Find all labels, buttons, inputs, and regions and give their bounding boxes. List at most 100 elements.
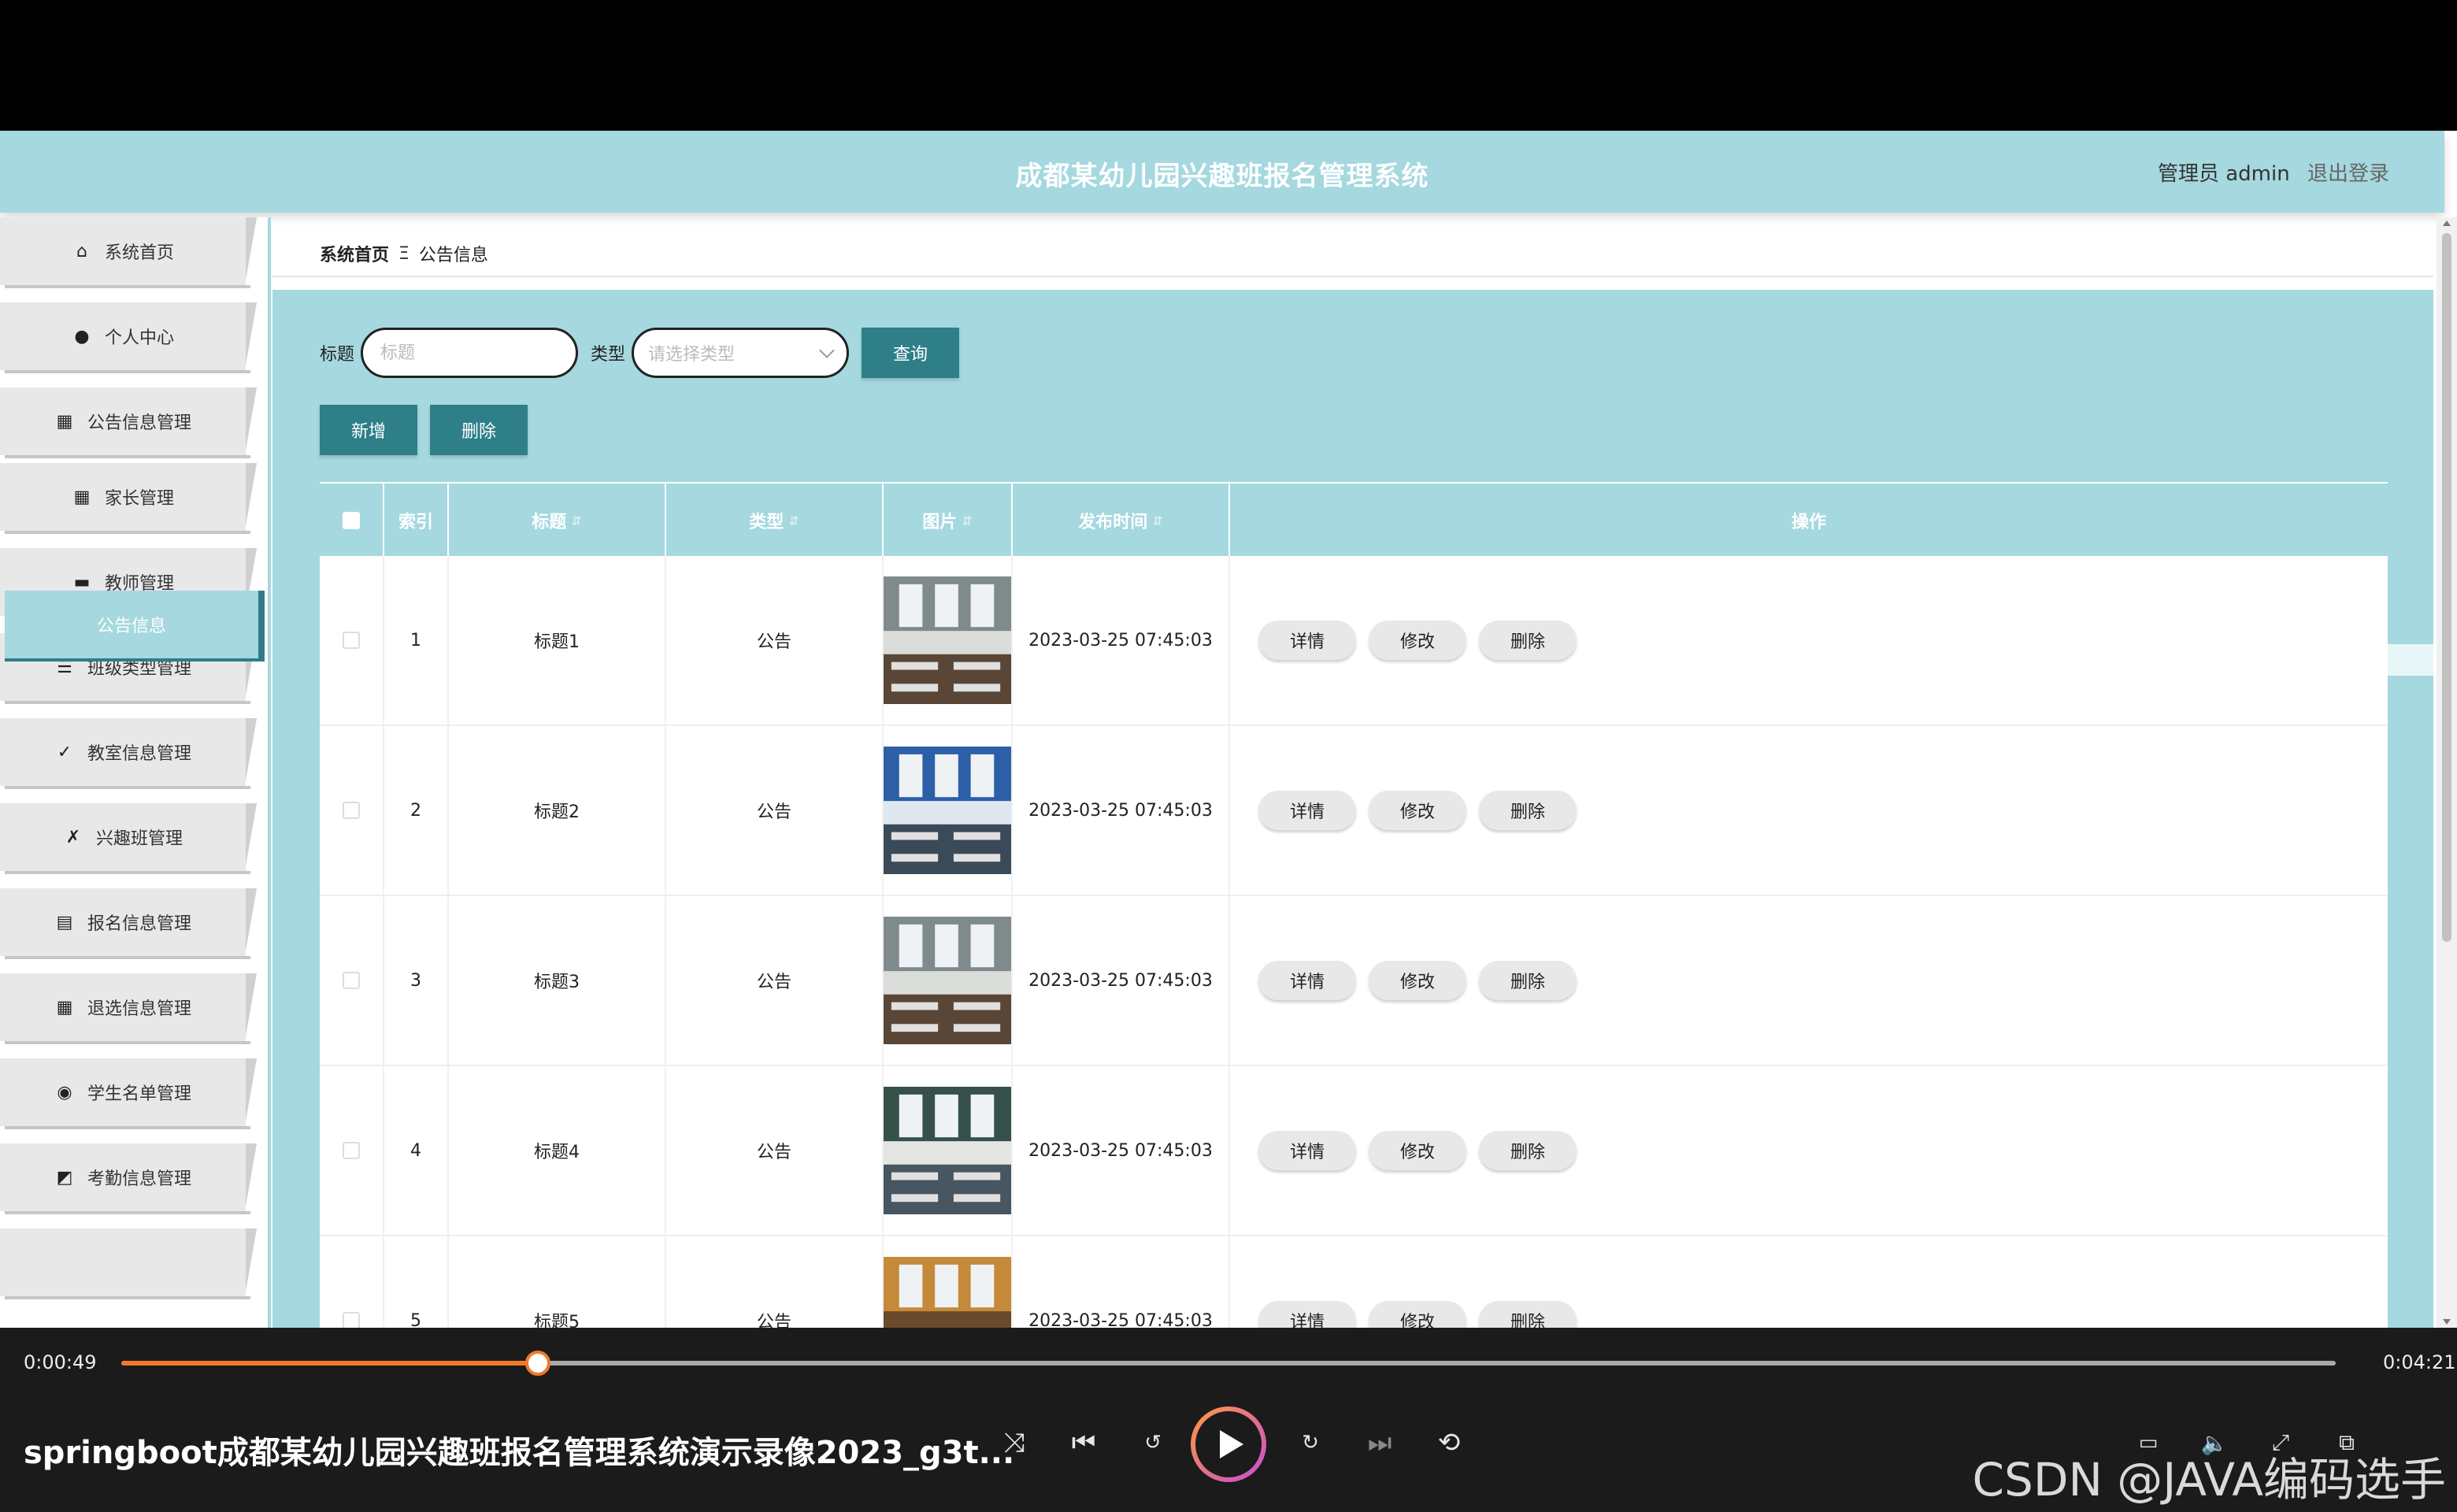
detail-button[interactable]: 详情	[1258, 1301, 1356, 1328]
table-header: 索引 标题 ⇵ 类型 ⇵ 图片 ⇵ 发布时间 ⇵ 操作	[320, 482, 2388, 558]
breadcrumb-separator-icon: Ξ	[398, 243, 410, 264]
edit-button[interactable]: 修改	[1369, 791, 1466, 830]
table-row: 5 标题5 公告 2023-03-25 07:45:03 详情 修改 删除	[320, 1236, 2388, 1328]
sidebar-item-label: 退选信息管理	[87, 999, 191, 1019]
row-index: 3	[384, 896, 449, 1065]
column-header-type[interactable]: 类型 ⇵	[666, 484, 884, 558]
delete-button[interactable]: 删除	[1479, 961, 1577, 1000]
detail-button[interactable]: 详情	[1258, 1131, 1356, 1170]
select-all-cell	[320, 484, 384, 558]
sidebar-item-3[interactable]: ▦ 公告信息管理	[0, 387, 261, 455]
row-select-cell	[320, 556, 384, 724]
sidebar-item-label: 系统首页	[104, 243, 174, 263]
row-checkbox[interactable]	[343, 1312, 360, 1328]
sidebar-item-4[interactable]: ▦ 家长管理	[0, 463, 261, 531]
breadcrumb-home[interactable]: 系统首页	[320, 241, 389, 266]
title-search-input[interactable]	[361, 328, 579, 378]
previous-icon[interactable]: ⏮	[1062, 1421, 1106, 1465]
breadcrumb: 系统首页 Ξ 公告信息	[320, 241, 488, 266]
breadcrumb-current: 公告信息	[418, 246, 488, 265]
current-time: 0:00:49	[24, 1351, 97, 1373]
column-header-title[interactable]: 标题 ⇵	[449, 484, 666, 558]
progress-knob[interactable]	[524, 1351, 550, 1376]
scroll-up-icon[interactable]	[2443, 220, 2451, 226]
row-title: 标题5	[449, 1236, 666, 1328]
edit-button[interactable]: 修改	[1369, 1301, 1466, 1328]
edit-button[interactable]: 修改	[1369, 621, 1466, 660]
next-icon[interactable]: ⏭	[1358, 1421, 1402, 1465]
sidebar-item-10[interactable]: ▦ 退选信息管理	[0, 973, 261, 1041]
scrollbar-thumb[interactable]	[2442, 233, 2451, 942]
clipboard-x-icon: ✗	[65, 827, 81, 847]
sidebar-item-2[interactable]: ● 个人中心	[0, 302, 261, 370]
sidebar-item-12[interactable]: ◩ 考勤信息管理	[0, 1143, 261, 1211]
forward-30-icon[interactable]: ↻	[1288, 1421, 1332, 1465]
shuffle-icon[interactable]: ⤨	[992, 1421, 1036, 1465]
row-title: 标题3	[449, 896, 666, 1065]
classroom-thumbnail	[884, 576, 1011, 704]
header-bar: 成都某幼儿园兴趣班报名管理系统 管理员 admin 退出登录	[0, 131, 2444, 213]
clipboard-check-icon: ✓	[57, 742, 72, 762]
sidebar-item-8[interactable]: ✗ 兴趣班管理	[0, 803, 261, 871]
sidebar-item-partial[interactable]	[0, 1228, 261, 1296]
column-header-index: 索引	[384, 484, 449, 558]
row-checkbox[interactable]	[343, 972, 360, 989]
sidebar-item-9[interactable]: ▤ 报名信息管理	[0, 888, 261, 956]
page-scrollbar[interactable]	[2437, 217, 2457, 1328]
sidebar-item-1[interactable]: ⌂ 系统首页	[0, 217, 261, 285]
logout-link[interactable]: 退出登录	[2307, 162, 2389, 186]
select-all-checkbox[interactable]	[343, 512, 360, 529]
grid-icon: ▦	[56, 411, 73, 432]
query-button[interactable]: 查询	[862, 328, 960, 378]
delete-button[interactable]: 删除	[1479, 1131, 1577, 1170]
detail-button[interactable]: 详情	[1258, 791, 1356, 830]
sidebar-item-11[interactable]: ◉ 学生名单管理	[0, 1058, 261, 1126]
delete-button[interactable]: 删除	[1479, 1301, 1577, 1328]
row-actions: 详情 修改 删除	[1230, 896, 2388, 1065]
row-checkbox[interactable]	[343, 802, 360, 819]
scroll-down-icon[interactable]	[2443, 1319, 2451, 1325]
row-index: 4	[384, 1066, 449, 1235]
current-user-label: 管理员 admin	[2157, 162, 2290, 186]
chevron-down-icon	[819, 343, 835, 358]
play-icon	[1220, 1430, 1243, 1458]
total-time: 0:04:21	[2383, 1351, 2456, 1373]
edit-button[interactable]: 修改	[1369, 1131, 1466, 1170]
row-publish-time: 2023-03-25 07:45:03	[1013, 896, 1230, 1065]
classroom-thumbnail	[884, 1257, 1011, 1328]
sidebar-item-label: 报名信息管理	[87, 914, 191, 934]
row-title: 标题4	[449, 1066, 666, 1235]
row-publish-time: 2023-03-25 07:45:03	[1013, 1066, 1230, 1235]
row-image-cell	[884, 1066, 1013, 1235]
sidebar-item-label: 兴趣班管理	[95, 829, 183, 849]
column-header-publish-time[interactable]: 发布时间 ⇵	[1013, 484, 1230, 558]
sidebar-item-label: 家长管理	[104, 489, 174, 509]
detail-button[interactable]: 详情	[1258, 961, 1356, 1000]
row-checkbox[interactable]	[343, 1142, 360, 1159]
add-button[interactable]: 新增	[320, 405, 417, 455]
repeat-icon[interactable]: ⟲	[1427, 1421, 1471, 1465]
row-image-cell	[884, 896, 1013, 1065]
row-checkbox[interactable]	[343, 632, 360, 649]
sidebar-subitem-label: 公告信息	[96, 617, 166, 636]
row-actions: 详情 修改 删除	[1230, 726, 2388, 895]
row-index: 1	[384, 556, 449, 724]
type-select[interactable]: 请选择类型	[632, 328, 850, 378]
sidebar-subitem-notice-info[interactable]: 公告信息	[5, 591, 265, 658]
sort-icon: ⇵	[962, 513, 973, 528]
row-image-cell	[884, 726, 1013, 895]
progress-bar[interactable]	[121, 1351, 2336, 1376]
delete-button[interactable]: 删除	[1479, 791, 1577, 830]
column-header-image[interactable]: 图片 ⇵	[884, 484, 1013, 558]
delete-button[interactable]: 删除	[1479, 621, 1577, 660]
detail-button[interactable]: 详情	[1258, 621, 1356, 660]
rewind-10-icon[interactable]: ↺	[1131, 1421, 1175, 1465]
play-button[interactable]	[1191, 1406, 1266, 1482]
edit-button[interactable]: 修改	[1369, 961, 1466, 1000]
batch-delete-button[interactable]: 删除	[430, 405, 528, 455]
search-bar: 标题 类型 请选择类型 查询	[320, 328, 960, 378]
row-type: 公告	[666, 896, 884, 1065]
sort-icon: ⇵	[571, 513, 582, 528]
action-bar: 新增 删除	[320, 405, 540, 455]
sidebar-item-7[interactable]: ✓ 教室信息管理	[0, 718, 261, 786]
